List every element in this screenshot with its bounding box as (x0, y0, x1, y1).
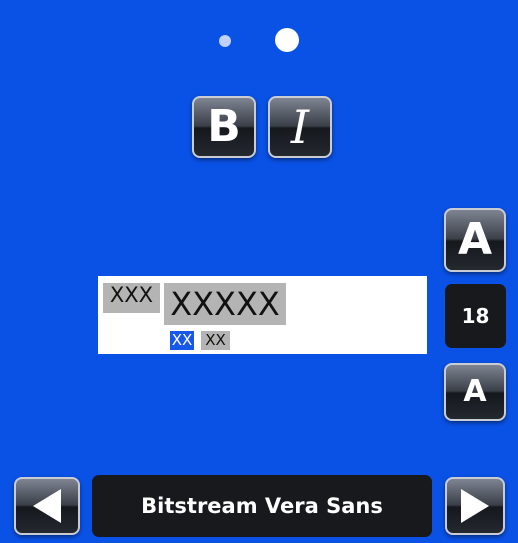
triangle-right-icon (461, 489, 489, 523)
bold-label: B (207, 101, 241, 152)
font-preview-panel: XXX XXXXX XX XX (98, 276, 427, 354)
preview-sample-small: XXX (103, 283, 160, 313)
preview-sample-large: XXXXX (164, 283, 286, 325)
italic-label: I (290, 100, 310, 154)
preview-sample-selected: XX (170, 331, 194, 350)
preview-sample-tiny: XX (201, 331, 230, 350)
bold-button[interactable]: B (192, 96, 256, 158)
increase-font-size-label: A (457, 214, 493, 265)
font-name-display: Bitstream Vera Sans (92, 475, 432, 537)
triangle-left-icon (33, 489, 61, 523)
italic-button[interactable]: I (268, 96, 332, 158)
page-dot-active[interactable] (275, 28, 299, 52)
previous-font-button[interactable] (14, 477, 80, 535)
decrease-font-size-label: A (463, 374, 487, 409)
increase-font-size-button[interactable]: A (444, 208, 506, 272)
decrease-font-size-button[interactable]: A (444, 363, 506, 421)
font-size-value: 18 (461, 304, 490, 328)
font-size-display: 18 (445, 284, 506, 348)
page-dot-inactive[interactable] (219, 35, 231, 47)
font-name-label: Bitstream Vera Sans (141, 494, 383, 518)
next-font-button[interactable] (445, 477, 505, 535)
